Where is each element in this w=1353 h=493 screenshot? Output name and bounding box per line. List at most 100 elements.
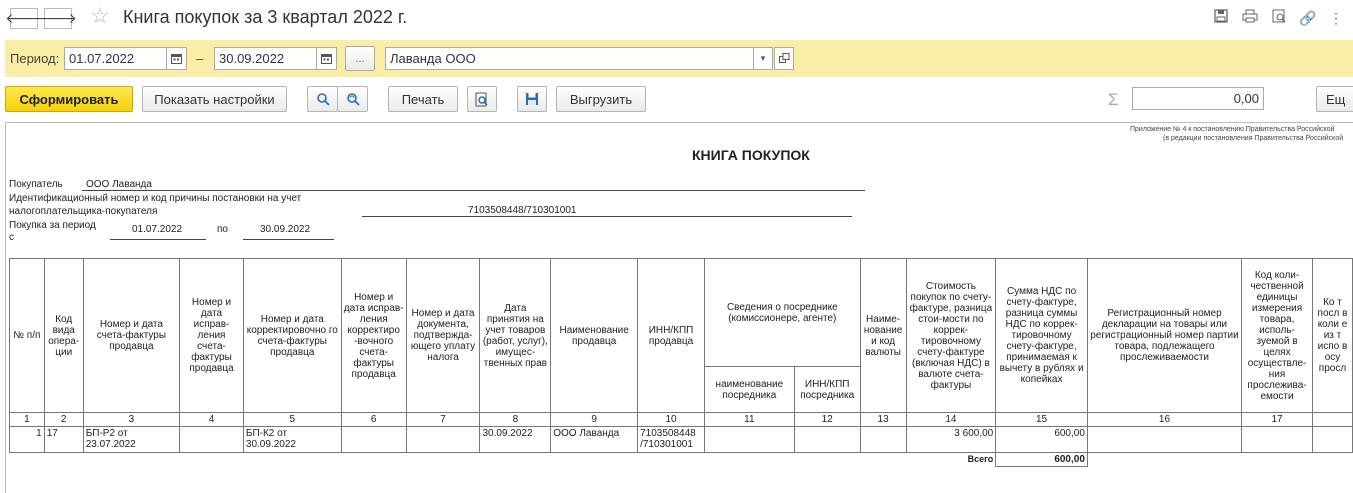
sum-icon: Σ [1108,90,1119,109]
cell-corr-correction[interactable] [340,426,407,453]
organization-field[interactable]: Лаванда ООО [385,47,754,70]
title-bar: 🡐 🡒 ☆ Книга покупок за 3 квартал 2022 г.… [0,0,1353,38]
cell-unit-code[interactable] [1241,426,1313,453]
cell-agent-name[interactable] [703,426,795,453]
more-menu-icon[interactable]: ⋮ [1327,9,1345,27]
col-header-11: наименование посредника [703,366,795,413]
col-header-6: Номер и дата исправ-ления корректиро -во… [340,258,407,413]
col-number-3: 3 [82,412,181,427]
organization-dropdown-icon[interactable]: ▾ [753,47,773,70]
date-to-field[interactable]: 30.09.2022 [214,47,317,70]
inn-value: 7103508448/710301001 [468,205,577,216]
purchase-book-table: № п/п Код вида опера-ции Номер и дата сч… [9,258,1353,467]
col-number-5: 5 [242,412,342,427]
save-icon[interactable] [1212,9,1230,27]
inn-underline [362,216,852,217]
period-from-underline [110,239,206,240]
link-icon[interactable]: 🔗 [1299,9,1317,27]
col-header-14: Стоимость покупок по счету-фактуре, разн… [905,258,997,413]
preview-icon[interactable] [1270,9,1288,27]
col-header-18: Ко т посл в коли е из т испо в осу просл [1311,258,1353,413]
save-icon [526,93,538,105]
cell-cost[interactable]: 3 600,00 [905,426,997,453]
cell-accept-date[interactable]: 30.09.2022 [479,426,552,453]
table-row[interactable]: 1 17 БП-Р2 от 23.07.2022 БП-К2 от 30.09.… [9,426,1353,453]
appendix-line-2: (в редакции постановления Правительства … [1163,135,1344,142]
col-number-11: 11 [703,412,795,427]
more-button[interactable]: Ещ [1316,86,1353,112]
col-header-16: Регистрационный номер декларации на това… [1086,258,1243,413]
col-number-8: 8 [479,412,552,427]
search-button[interactable] [307,86,338,112]
cell-seller-inn[interactable]: 7103508448 /710301001 [637,426,705,453]
show-settings-button[interactable]: Показать настройки [142,86,287,112]
cell-payment-doc[interactable] [405,426,481,453]
col-header-15: Сумма НДС по счету-фактуре, разница сумм… [995,258,1088,413]
arrow-left-icon: 🡐 [5,10,43,26]
cell-currency[interactable] [859,426,907,453]
calendar-to-icon[interactable] [316,47,337,70]
search-replace-button[interactable] [337,86,368,112]
report-area[interactable]: Приложение № 4 к постановлению Правитель… [5,122,1353,493]
col-number-13: 13 [859,412,907,427]
cell-invoice[interactable]: БП-Р2 от 23.07.2022 [82,426,181,453]
col-header-13: Наиме-нование и код валюты [859,258,907,413]
calendar-from-icon[interactable] [166,47,187,70]
period-panel: Период: 01.07.2022 – 30.09.2022 ... Лава… [5,40,1353,77]
col-header-4: Номер и дата исправ-ления счета-фактуры … [179,258,244,413]
col-number-16: 16 [1086,412,1243,427]
search-icon [316,93,330,106]
buyer-value: ООО Лаванда [86,179,152,190]
sum-field[interactable]: 0,00 [1132,87,1264,110]
period-by-label: по [217,224,228,235]
inn-label-2: налогоплательщика-покупателя [9,206,158,217]
forward-button[interactable]: 🡒 [39,8,77,29]
col-header-7: Номер и дата документа, подтвержда-ющего… [405,258,481,413]
window-title: Книга покупок за 3 квартал 2022 г. [123,7,408,27]
col-number-4: 4 [179,412,244,427]
period-to-underline [243,239,334,240]
cell-agent-inn[interactable] [793,426,861,453]
organization-open-icon[interactable] [774,47,794,70]
favorite-star-icon[interactable]: ☆ [90,5,110,27]
generate-button[interactable]: Сформировать [5,86,133,112]
arrow-right-icon: 🡒 [39,10,77,26]
period-label: Период: [10,51,60,66]
print-icon[interactable] [1241,9,1259,27]
appendix-line-1: Приложение № 4 к постановлению Правитель… [1130,126,1335,133]
total-vat: 600,00 [995,452,1088,467]
cell-seller[interactable]: ООО Лаванда [550,426,639,453]
col-header-12: ИНН/КПП посредника [793,366,861,413]
col-number-17: 17 [1241,412,1313,427]
col-header-11-12: Сведения о посреднике (комиссионере, аге… [703,258,861,367]
date-from-field[interactable]: 01.07.2022 [64,47,167,70]
col-number-1: 1 [9,412,45,427]
col-header-9: Наименование продавца [550,258,639,413]
export-button[interactable]: Выгрузить [556,86,646,112]
print-preview-button[interactable] [467,86,497,112]
col-header-5: Номер и дата корректировочно го счета-фа… [242,258,342,413]
cell-vat[interactable]: 600,00 [995,426,1088,453]
col-header-8: Дата принятия на учет товаров (работ, ус… [479,258,552,413]
col-number-9: 9 [550,412,639,427]
preview-icon [475,92,488,106]
col-number-14: 14 [905,412,997,427]
cell-row-number[interactable]: 1 [9,426,45,453]
cell-invoice-correction[interactable] [179,426,244,453]
col-header-10: ИНН/КПП продавца [637,258,705,413]
col-number-12: 12 [793,412,861,427]
save-report-button[interactable] [517,86,547,112]
back-button[interactable]: 🡐 [5,8,43,29]
col-header-1: № п/п [9,258,45,413]
buyer-label: Покупатель [9,179,63,190]
col-number-15: 15 [995,412,1088,427]
cell-col18[interactable] [1311,426,1353,453]
cell-corr-invoice[interactable]: БП-К2 от 30.09.2022 [242,426,342,453]
buyer-underline [82,190,865,191]
print-button[interactable]: Печать [388,86,458,112]
col-number-18 [1311,412,1353,427]
cell-op-code[interactable]: 17 [43,426,84,453]
period-from-value: 01.07.2022 [132,224,183,235]
choose-period-button[interactable]: ... [345,46,375,71]
cell-declaration[interactable] [1086,426,1243,453]
